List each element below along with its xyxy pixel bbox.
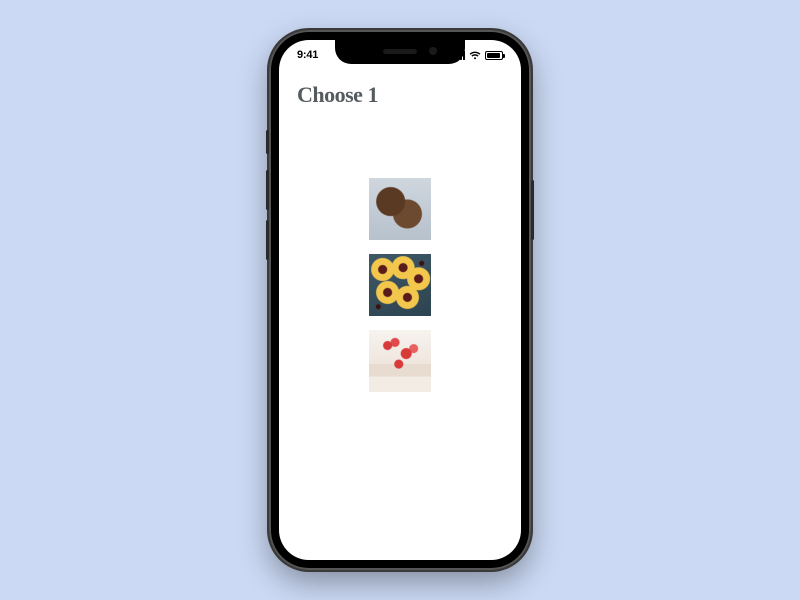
- option-parfait[interactable]: [369, 330, 431, 392]
- option-list: [369, 178, 431, 392]
- option-cookies[interactable]: [369, 178, 431, 240]
- phone-volume-down: [266, 220, 269, 260]
- phone-notch: [335, 40, 465, 64]
- phone-mute-switch: [266, 130, 269, 154]
- phone-power-button: [531, 180, 534, 240]
- option-tarts[interactable]: [369, 254, 431, 316]
- wifi-icon: [469, 51, 481, 60]
- page-title: Choose 1: [297, 82, 503, 108]
- battery-icon: [485, 51, 503, 60]
- phone-screen: 9:41 Choose 1: [279, 40, 521, 560]
- app-content: Choose 1: [279, 74, 521, 560]
- status-time: 9:41: [297, 49, 318, 61]
- phone-volume-up: [266, 170, 269, 210]
- phone-mockup: 9:41 Choose 1: [269, 30, 531, 570]
